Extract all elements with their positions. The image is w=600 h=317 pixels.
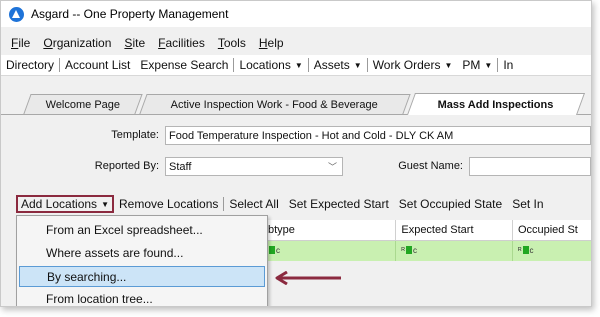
grid-header: btype Expected Start Occupied St (263, 220, 591, 241)
table-cell-prefix: ᴿ (401, 246, 405, 255)
menu-tools[interactable]: Tools (218, 36, 246, 50)
toolbar-locations-label: Locations (239, 58, 291, 72)
column-header-expected-start[interactable]: Expected Start (395, 220, 512, 240)
table-cell-text: c (412, 246, 417, 255)
toolbar-work-orders[interactable]: Work Orders ▼ (368, 58, 458, 72)
tab-mass-add-inspections[interactable]: Mass Add Inspections (406, 93, 586, 115)
placeholder-icon (269, 246, 275, 254)
menu-bar: File Organization Site Facilities Tools … (1, 34, 287, 52)
set-occupied-state-button[interactable]: Set Occupied State (394, 197, 507, 211)
toolbar-expense-search[interactable]: Expense Search (135, 58, 233, 72)
menu-item-from-excel[interactable]: From an Excel spreadsheet... (19, 220, 265, 241)
menu-file[interactable]: File (11, 36, 30, 50)
app-logo-icon (9, 6, 24, 22)
toolbar-work-orders-label: Work Orders (372, 58, 441, 72)
remove-locations-button[interactable]: Remove Locations (114, 197, 223, 211)
menu-site[interactable]: Site (124, 36, 145, 50)
table-row[interactable]: c ᴿc ᴿc (263, 241, 591, 261)
caret-down-icon: ▼ (444, 61, 453, 70)
set-expected-start-button[interactable]: Set Expected Start (284, 197, 394, 211)
tab-active-inspection-work[interactable]: Active Inspection Work - Food & Beverage (139, 94, 411, 114)
app-window: Asgard -- One Property Management File O… (0, 0, 592, 307)
reported-by-value: Staff (169, 161, 192, 173)
toolbar-account-list[interactable]: Account List (60, 58, 135, 72)
select-all-button[interactable]: Select All (224, 197, 283, 211)
template-field[interactable]: Food Temperature Inspection - Hot and Co… (165, 126, 591, 145)
set-in-button[interactable]: Set In (507, 197, 548, 211)
tab-label: Active Inspection Work - Food & Beverage (171, 98, 379, 111)
add-locations-button[interactable]: Add Locations ▼ (16, 195, 114, 213)
caret-down-icon: ▼ (353, 61, 362, 70)
menu-item-from-location-tree[interactable]: From location tree... (19, 289, 265, 306)
table-cell-prefix: ᴿ (517, 246, 522, 255)
placeholder-icon (522, 246, 529, 254)
tab-label: Mass Add Inspections (437, 98, 554, 111)
add-locations-menu: From an Excel spreadsheet... Where asset… (16, 215, 268, 306)
placeholder-icon (405, 246, 412, 254)
guest-name-field[interactable] (469, 157, 591, 176)
main-toolbar: Directory Account List Expense Search Lo… (1, 55, 591, 76)
chevron-down-icon: ﹀ (327, 162, 337, 172)
toolbar-pm-label: PM (462, 58, 481, 72)
title-bar: Asgard -- One Property Management (1, 1, 591, 27)
reported-by-select[interactable]: Staff ﹀ (165, 157, 343, 176)
pointer-arrow-icon (275, 271, 341, 285)
tab-strip: Welcome Page Active Inspection Work - Fo… (1, 92, 591, 115)
window-title: Asgard -- One Property Management (31, 7, 229, 21)
caret-down-icon: ▼ (484, 61, 493, 70)
column-header-subtype[interactable]: btype (263, 220, 395, 240)
toolbar-pm[interactable]: PM ▼ (457, 58, 497, 72)
menu-help[interactable]: Help (259, 36, 284, 50)
toolbar-assets[interactable]: Assets ▼ (309, 58, 367, 72)
menu-organization[interactable]: Organization (43, 36, 111, 50)
table-cell: c (263, 241, 395, 261)
template-value: Food Temperature Inspection - Hot and Co… (169, 130, 454, 142)
caret-down-icon: ▼ (101, 199, 109, 209)
reported-by-label: Reported By: (94, 160, 159, 172)
menu-facilities[interactable]: Facilities (158, 36, 205, 50)
menu-item-by-searching[interactable]: By searching... (19, 266, 265, 287)
toolbar-locations[interactable]: Locations ▼ (234, 58, 307, 72)
caret-down-icon: ▼ (294, 61, 303, 70)
table-cell: ᴿc (511, 241, 591, 261)
add-locations-label: Add Locations (21, 197, 98, 211)
toolbar-in[interactable]: In (498, 58, 518, 72)
table-cell-text: c (276, 246, 280, 255)
toolbar-assets-label: Assets (313, 58, 350, 72)
tab-welcome-page[interactable]: Welcome Page (23, 94, 143, 114)
tab-label: Welcome Page (45, 98, 121, 111)
template-label: Template: (111, 129, 159, 141)
table-cell-text: c (529, 246, 534, 255)
command-bar: Add Locations ▼ Remove Locations Select … (1, 193, 591, 215)
toolbar-directory[interactable]: Directory (1, 58, 59, 72)
guest-name-label: Guest Name: (398, 160, 463, 172)
column-header-occupied-state[interactable]: Occupied St (511, 220, 591, 240)
table-cell: ᴿc (395, 241, 512, 261)
menu-item-where-assets-found[interactable]: Where assets are found... (19, 243, 265, 264)
